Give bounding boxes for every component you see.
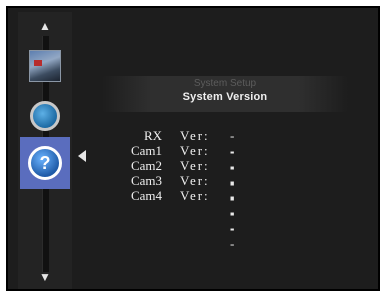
sidebar-item-photo[interactable] <box>20 42 70 90</box>
version-label: Ver: <box>180 173 210 188</box>
selection-pointer-icon <box>78 150 86 162</box>
version-label: Ver: <box>180 143 210 158</box>
osd-screen: ▲ ? ▼ System Setup System Version RX Ver… <box>6 6 380 291</box>
refresh-icon <box>30 101 60 131</box>
photo-icon <box>29 50 61 82</box>
menu-subtitle: System Setup <box>193 78 257 89</box>
scroll-up-arrow-icon[interactable]: ▲ <box>33 18 57 34</box>
scroll-down-arrow-icon[interactable]: ▼ <box>33 269 57 285</box>
device-label: Cam4 <box>130 188 162 203</box>
version-label: Ver: <box>180 128 210 143</box>
device-label: Cam2 <box>130 158 162 173</box>
version-label: Ver: <box>180 188 210 203</box>
sidebar-item-refresh[interactable] <box>20 92 70 140</box>
help-icon: ? <box>28 146 62 180</box>
sidebar-item-help[interactable]: ? <box>20 137 70 189</box>
version-label: Ver: <box>180 158 210 173</box>
page-title: System Version <box>182 91 268 103</box>
device-label: RX <box>143 128 162 143</box>
menu-header: System Setup System Version <box>102 76 348 112</box>
version-value: ---- <box>230 188 235 251</box>
device-label: Cam1 <box>130 143 162 158</box>
sidebar-menu: ▲ ? ▼ <box>18 12 72 289</box>
device-label: Cam3 <box>130 173 162 188</box>
